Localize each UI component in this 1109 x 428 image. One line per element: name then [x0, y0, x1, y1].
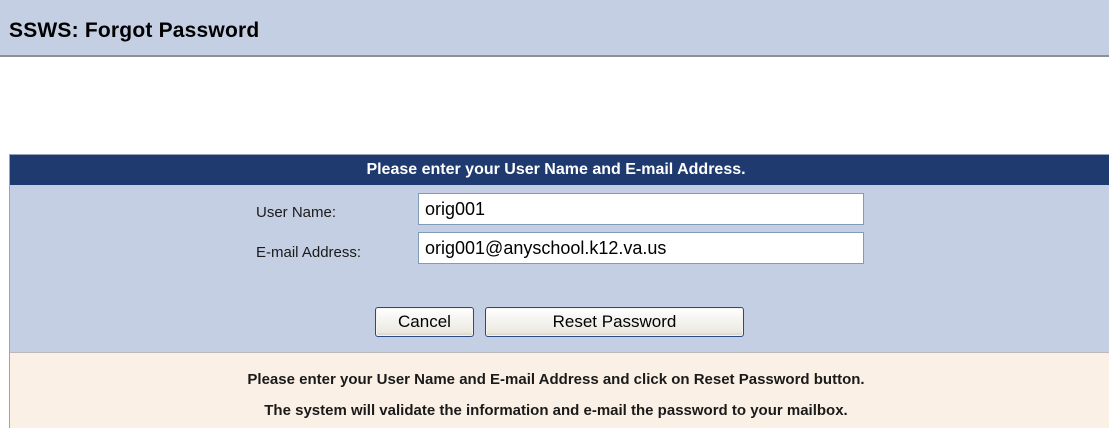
title-bar: SSWS: Forgot Password [0, 0, 1109, 57]
page-title: SSWS: Forgot Password [9, 19, 260, 42]
forgot-password-form: Please enter your User Name and E-mail A… [9, 154, 1109, 352]
form-heading: Please enter your User Name and E-mail A… [10, 155, 1109, 185]
user-name-label: User Name: [256, 204, 337, 221]
instruction-line-1-text: Please enter your User Name and E-mail A… [247, 371, 865, 388]
instruction-line-1: Please enter your User Name and E-mail A… [10, 371, 1109, 388]
email-label: E-mail Address: [256, 244, 362, 261]
instruction-line-2-text: The system will validate the information… [264, 402, 848, 419]
reset-password-button[interactable]: Reset Password [485, 307, 744, 337]
cancel-button[interactable]: Cancel [375, 307, 474, 337]
instructions-panel: Please enter your User Name and E-mail A… [9, 352, 1109, 428]
instruction-line-2: The system will validate the information… [10, 402, 1109, 419]
email-input[interactable]: orig001@anyschool.k12.va.us [418, 232, 864, 264]
form-heading-text: Please enter your User Name and E-mail A… [366, 161, 746, 178]
user-name-input[interactable]: orig001 [418, 193, 864, 225]
